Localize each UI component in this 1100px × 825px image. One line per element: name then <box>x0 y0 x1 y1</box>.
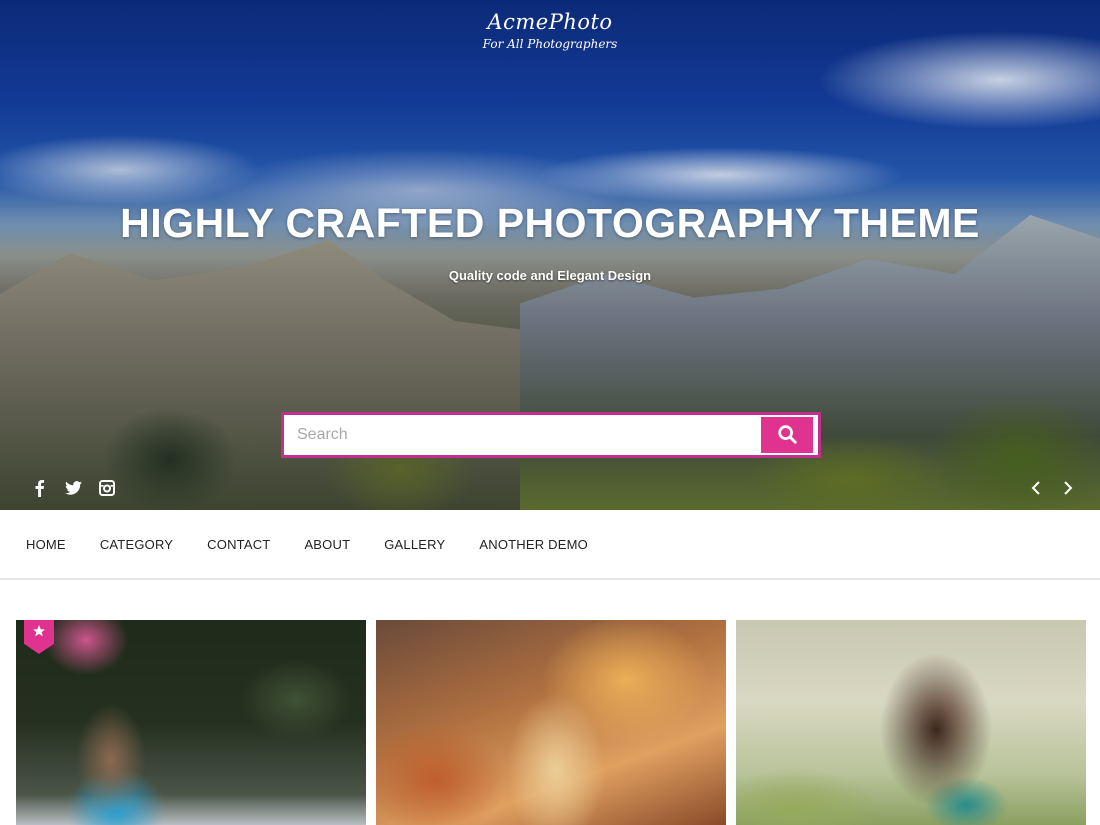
star-icon <box>32 624 46 643</box>
nav-item-another-demo[interactable]: ANOTHER DEMO <box>479 537 588 552</box>
main-navigation: HOME CATEGORY CONTACT ABOUT GALLERY ANOT… <box>0 510 1100 580</box>
twitter-icon[interactable] <box>64 479 82 497</box>
facebook-icon[interactable] <box>30 479 48 497</box>
chevron-left-icon[interactable] <box>1027 478 1045 498</box>
site-tagline: For All Photographers <box>482 37 618 51</box>
site-title[interactable]: AcmePhoto <box>0 10 1100 34</box>
instagram-icon[interactable] <box>98 479 116 497</box>
search-icon <box>776 423 798 448</box>
nav-item-contact[interactable]: CONTACT <box>207 537 270 552</box>
slider-controls <box>1027 478 1077 498</box>
nav-item-gallery[interactable]: GALLERY <box>384 537 445 552</box>
gallery-card[interactable] <box>16 620 366 825</box>
hero-subtitle: Quality code and Elegant Design <box>448 268 652 283</box>
hero-title: HIGHLY CRAFTED PHOTOGRAPHY THEME <box>120 200 980 246</box>
chevron-right-icon[interactable] <box>1059 478 1077 498</box>
search-form <box>281 412 821 458</box>
search-button[interactable] <box>761 417 813 453</box>
gallery-card[interactable] <box>376 620 726 825</box>
gallery-card[interactable] <box>736 620 1086 825</box>
social-links <box>30 479 116 497</box>
gallery-grid <box>16 620 1086 825</box>
site-branding: AcmePhoto For All Photographers <box>0 10 1100 51</box>
featured-badge <box>24 620 54 654</box>
hero-banner: AcmePhoto For All Photographers HIGHLY C… <box>0 0 1100 510</box>
search-input[interactable] <box>284 415 761 455</box>
nav-item-about[interactable]: ABOUT <box>304 537 350 552</box>
nav-item-category[interactable]: CATEGORY <box>100 537 173 552</box>
nav-item-home[interactable]: HOME <box>26 537 66 552</box>
